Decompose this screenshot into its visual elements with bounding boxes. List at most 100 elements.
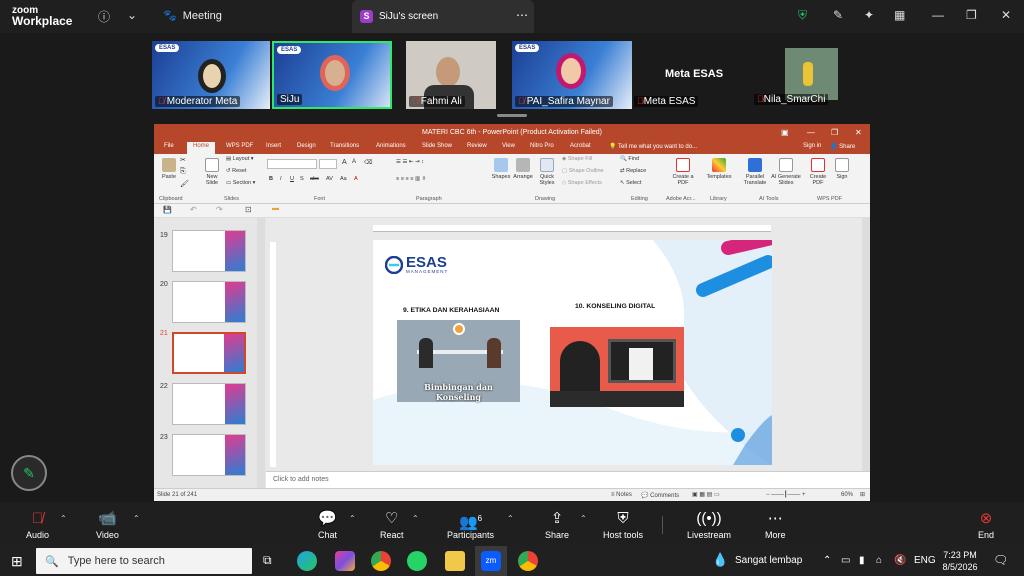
weather-icon[interactable]: 💧 [712,552,728,568]
fit-slide-icon[interactable]: ⊞ [860,491,865,498]
tab-design[interactable]: Design [297,143,316,149]
tab-nitro-pro[interactable]: Nitro Pro [530,143,554,149]
livestream-button[interactable]: ((•)) Livestream [687,510,731,540]
close-icon[interactable]: ✕ [855,124,862,141]
zoom-slider[interactable]: − ───┃─── + [766,491,805,498]
end-button[interactable]: ⊗ End [978,510,994,540]
notifications-icon[interactable]: 🗨 [993,553,1008,567]
undo-icon[interactable]: ↶ [190,205,197,214]
section-button[interactable]: ▭ Section ▾ [226,180,255,186]
more-button[interactable]: ⋯ More [765,510,786,540]
underline-icon[interactable]: U [290,176,294,182]
save-icon[interactable]: 💾 [163,206,172,214]
audio-button[interactable]: 🎙̸ Audio [26,510,49,540]
ribbon-display-icon[interactable]: ▣ [781,124,789,141]
zoom-taskbar-active[interactable]: zm [475,546,507,576]
tab-review[interactable]: Review [467,143,487,149]
info-icon[interactable]: ⓘ [98,8,110,25]
parallel-translate-button[interactable]: Parallel Translate [741,158,769,186]
quick-styles-button[interactable]: Quick Styles [536,158,558,186]
file-explorer-icon[interactable] [445,551,465,571]
sign-button[interactable]: Sign [832,158,852,180]
shadow-icon[interactable]: S [300,176,304,182]
create-pdf-button[interactable]: Create PDF [807,158,829,186]
shape-fill-button[interactable]: ◆ Shape Fill [562,156,592,162]
sign-in-link[interactable]: Sign in [803,143,821,149]
font-size-select[interactable] [319,159,337,169]
slide-thumbnail-selected[interactable] [172,332,246,374]
share-options-caret[interactable]: ⌃ [580,514,587,523]
slideshow-icon[interactable]: ⊡ [245,205,252,214]
chevron-down-icon[interactable]: ⌄ [127,8,137,22]
share-button[interactable]: 👤 Share [830,143,855,150]
arrange-button[interactable]: Arrange [512,158,534,180]
select-button[interactable]: ↖ Select [620,180,641,186]
tab-wps-pdf[interactable]: WPS PDF [226,143,253,149]
meet-now-icon[interactable]: ▭ [841,555,850,566]
drag-handle[interactable] [497,114,527,117]
zoom-level[interactable]: 60% [841,492,853,498]
new-slide-button[interactable]: New Slide [201,158,223,186]
bullets-icon[interactable]: ☰ ☰ ⇤ ⇥ ↕ [396,159,424,165]
tab-file[interactable]: File [164,143,174,149]
tray-chevron-icon[interactable]: ⌃ [823,555,831,566]
task-view-icon[interactable]: ⧉ [263,553,272,568]
shapes-button[interactable]: Shapes [490,158,512,180]
spacing-icon[interactable]: AV [326,176,333,182]
participant-tile[interactable]: ESAS 🎙̸ PAI_Safira Maynar [512,41,632,109]
meeting-tab[interactable]: 🐾 Meeting [163,9,222,23]
clear-format-icon[interactable]: ⌫ [364,159,372,166]
font-family-select[interactable] [267,159,317,169]
find-button[interactable]: 🔍 Find [620,156,639,162]
italic-icon[interactable]: I [280,176,282,182]
strikethrough-icon[interactable]: abc [310,176,319,182]
whatsapp-icon[interactable] [407,551,427,571]
edge-icon[interactable] [297,551,317,571]
view-normal-icon[interactable]: ▣ ▦ ▤ ▭ [692,491,720,498]
participants-options-caret[interactable]: ⌃ [507,514,514,523]
video-button[interactable]: 📹 Video [96,510,119,540]
participants-button[interactable]: 👥6 Participants [447,510,494,540]
more-options-icon[interactable]: ⋯ [516,8,528,22]
reset-button[interactable]: ↺ Reset [226,168,247,174]
folder-icon[interactable]: ▬ [272,205,279,212]
slide-thumbnail[interactable] [172,434,246,476]
slide-thumbnail[interactable] [172,281,246,323]
comments-toggle[interactable]: 💬 Comments [641,492,679,499]
taskbar-search[interactable]: 🔍 Type here to search [36,548,252,574]
templates-button[interactable]: Templates [704,158,734,180]
tab-view[interactable]: View [502,143,515,149]
chat-options-caret[interactable]: ⌃ [349,514,356,523]
editor-scrollbar[interactable] [862,218,870,471]
battery-icon[interactable]: ▮ [859,555,865,566]
shape-outline-button[interactable]: ▢ Shape Outline [562,168,604,174]
shape-effects-button[interactable]: ◇ Shape Effects [562,180,602,186]
thumbnail-scrollbar[interactable] [257,218,265,488]
chrome-icon-2[interactable] [518,551,538,571]
participant-tile[interactable] [785,48,838,100]
restore-icon[interactable]: ❐ [831,124,838,141]
tab-home[interactable]: Home [187,142,216,154]
replace-button[interactable]: ⇄ Replace [620,168,646,174]
share-button[interactable]: ⇪ Share [545,510,569,540]
react-button[interactable]: ♡ React [380,510,404,540]
minimize-icon[interactable]: — [932,8,944,22]
notes-pane[interactable]: Click to add notes [266,471,870,488]
copy-icon[interactable]: ⎘ [180,168,186,176]
windows-start-icon[interactable]: ⊞ [11,553,23,570]
shrink-font-icon[interactable]: A [352,159,356,165]
participant-tile-no-video[interactable]: Meta ESAS 🎙̸Meta ESAS [634,41,748,109]
paste-button[interactable]: Paste [159,158,179,180]
align-icons[interactable]: ≡ ≡ ≡ ≡ ▥ ⇳ [396,176,426,182]
slide-thumbnail[interactable] [172,230,246,272]
close-icon[interactable]: ✕ [1001,8,1011,22]
tab-transitions[interactable]: Transitions [330,143,359,149]
current-slide[interactable]: ESAS MANAGEMENT 9. ETIKA DAN KERAHASIAAN… [373,240,772,465]
language-indicator[interactable]: ENG [914,555,936,566]
minimize-icon[interactable]: — [807,124,815,141]
annotate-pen-button[interactable]: ✎ [11,455,47,491]
chrome-icon[interactable] [371,551,391,571]
format-painter-icon[interactable]: 🖌 [180,180,189,188]
tell-me-box[interactable]: 💡 Tell me what you want to do... [609,143,697,150]
redo-icon[interactable]: ↷ [216,205,223,214]
